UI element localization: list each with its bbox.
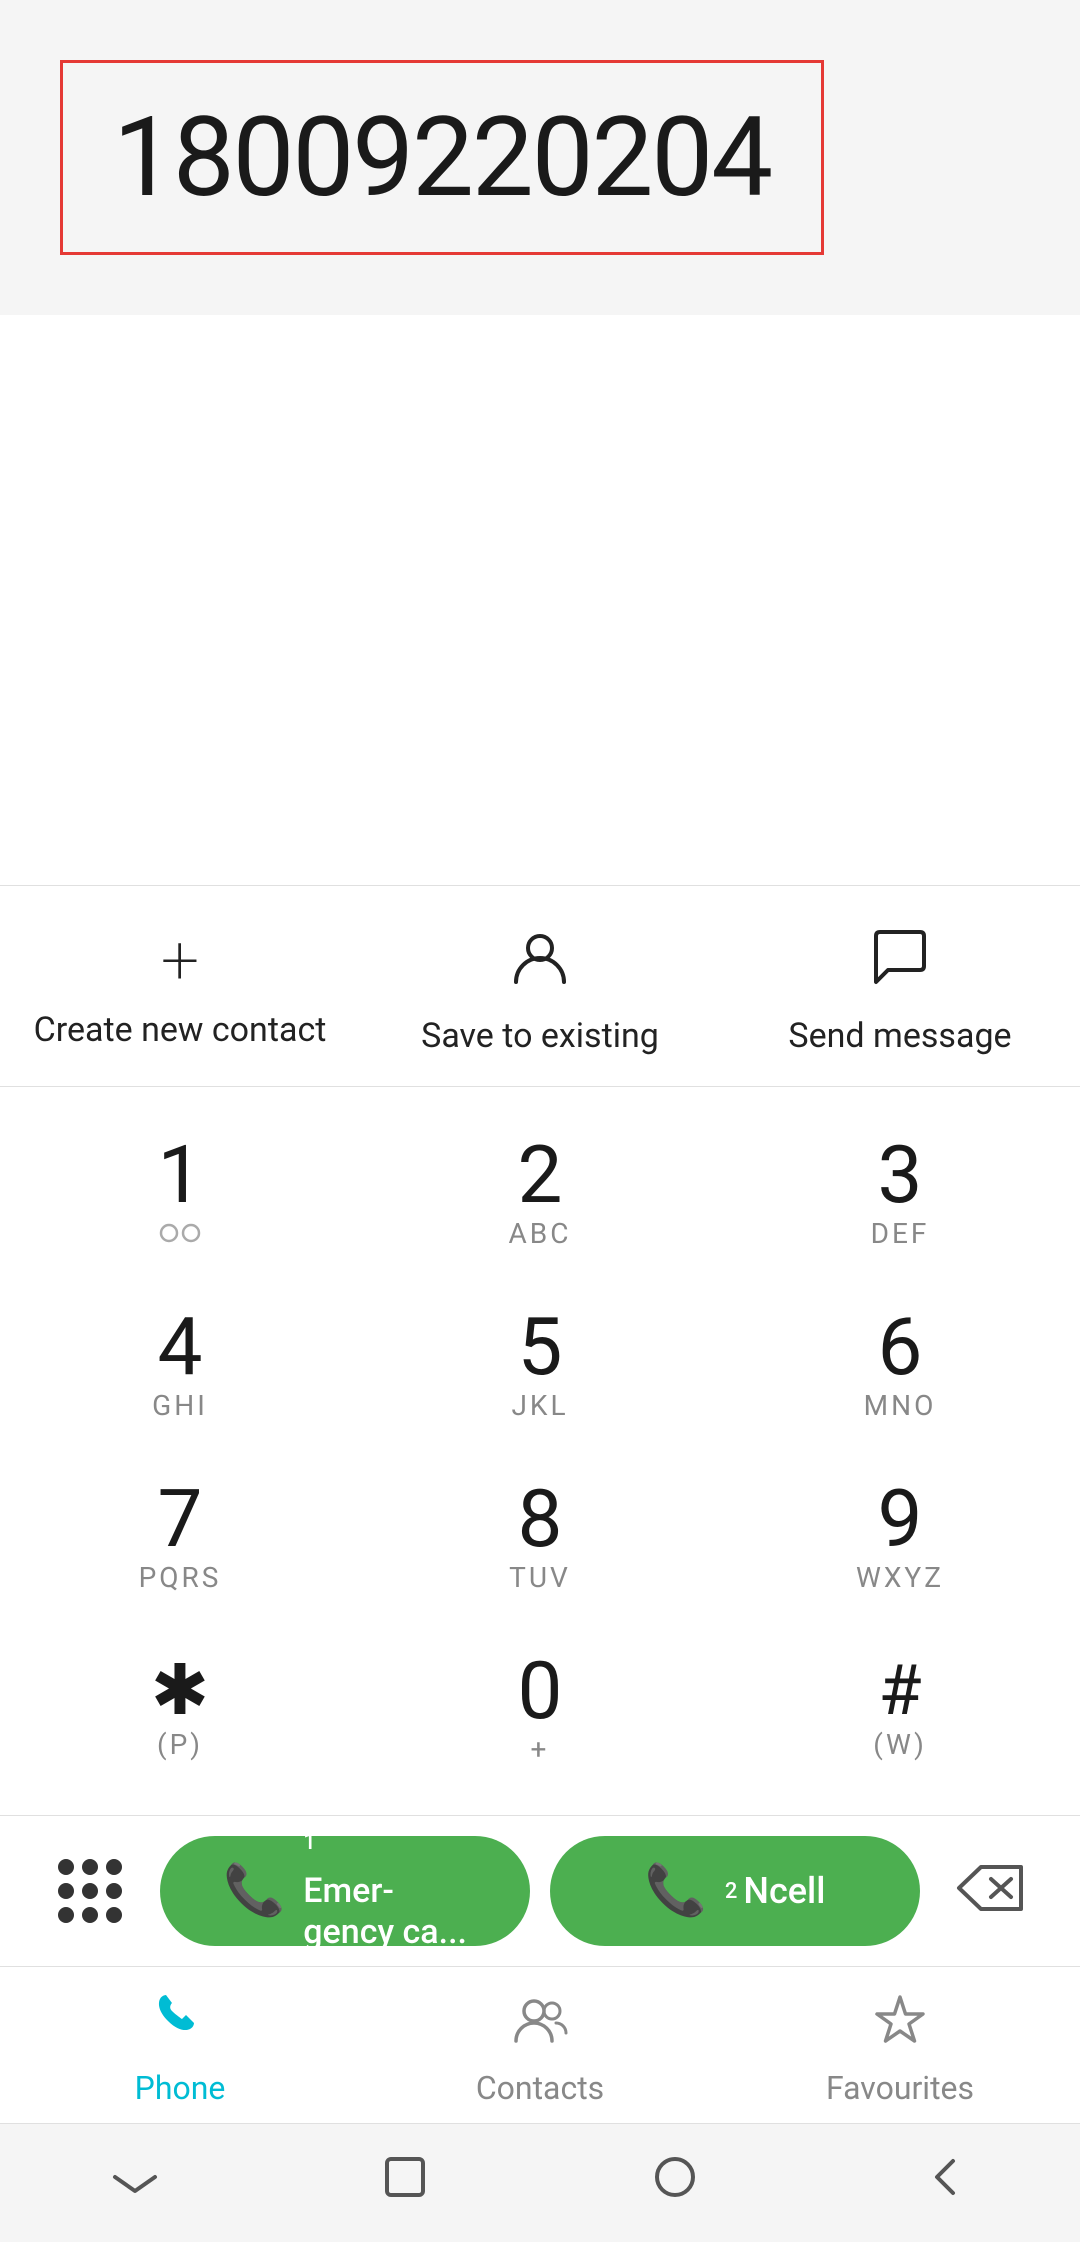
action-row: + Create new contact Save to existing Se… (0, 885, 1080, 1086)
tab-contacts[interactable]: Contacts (360, 1991, 720, 2107)
send-message-button[interactable]: Send message (720, 926, 1080, 1056)
dial-key-6[interactable]: 6 MNO (720, 1279, 1080, 1451)
ncell-call-button[interactable]: 📞 2 Ncell (550, 1836, 920, 1946)
emergency-call-button[interactable]: 📞 1 Emer-gency ca... (160, 1836, 530, 1946)
dial-key-2[interactable]: 2 ABC (360, 1107, 720, 1279)
dial-key-1[interactable]: 1 (0, 1107, 360, 1279)
dialpad-toggle-button[interactable] (40, 1841, 140, 1941)
emergency-call-label: Emer-gency ca... (303, 1871, 467, 1953)
dial-key-5[interactable]: 5 JKL (360, 1279, 720, 1451)
dots-grid-icon (58, 1859, 122, 1923)
nav-circle-button[interactable] (635, 2154, 715, 2212)
create-new-contact-label: Create new contact (34, 1010, 327, 1050)
tab-favourites-label: Favourites (826, 2069, 974, 2107)
dial-key-hash[interactable]: # (W) (720, 1623, 1080, 1795)
phone-display-area: 18009220204 (0, 0, 1080, 315)
dial-key-8[interactable]: 8 TUV (360, 1451, 720, 1623)
dial-key-3[interactable]: 3 DEF (720, 1107, 1080, 1279)
plus-icon: + (161, 926, 199, 994)
save-to-existing-label: Save to existing (421, 1016, 659, 1056)
send-message-label: Send message (788, 1016, 1011, 1056)
tab-bar: Phone Contacts Favourites (0, 1966, 1080, 2123)
phone-number: 18009220204 (113, 93, 771, 222)
tab-phone[interactable]: Phone (0, 1991, 360, 2107)
nav-back-button[interactable] (905, 2154, 985, 2212)
create-new-contact-button[interactable]: + Create new contact (0, 926, 360, 1056)
phone-tab-icon (152, 1991, 208, 2061)
person-icon (508, 926, 572, 1000)
star-tab-icon (872, 1991, 928, 2061)
dialpad: 1 2 ABC 3 DEF 4 GHI 5 JKL 6 MNO 7 (0, 1086, 1080, 1815)
phone-call-icon-1: 📞 (223, 1862, 285, 1920)
tab-phone-label: Phone (135, 2069, 226, 2107)
tab-contacts-label: Contacts (476, 2069, 604, 2107)
nav-bar (0, 2123, 1080, 2242)
dial-key-7[interactable]: 7 PQRS (0, 1451, 360, 1623)
phone-call-icon-2: 📞 (645, 1862, 707, 1920)
phone-number-box: 18009220204 (60, 60, 824, 255)
dial-key-star[interactable]: ✱ (P) (0, 1623, 360, 1795)
bottom-action-bar: 📞 1 Emer-gency ca... 📞 2 Ncell (0, 1815, 1080, 1966)
dialpad-grid: 1 2 ABC 3 DEF 4 GHI 5 JKL 6 MNO 7 (0, 1107, 1080, 1795)
backspace-button[interactable] (940, 1841, 1040, 1941)
dial-key-4[interactable]: 4 GHI (0, 1279, 360, 1451)
ncell-call-label: Ncell (743, 1870, 825, 1912)
save-to-existing-button[interactable]: Save to existing (360, 926, 720, 1056)
dial-key-0[interactable]: 0 + (360, 1623, 720, 1795)
empty-space (0, 315, 1080, 885)
backspace-icon (955, 1854, 1025, 1929)
tab-favourites[interactable]: Favourites (720, 1991, 1080, 2107)
nav-down-button[interactable] (95, 2154, 175, 2212)
contacts-tab-icon (512, 1991, 568, 2061)
dial-key-9[interactable]: 9 WXYZ (720, 1451, 1080, 1623)
nav-square-button[interactable] (365, 2154, 445, 2212)
chat-icon (868, 926, 932, 1000)
